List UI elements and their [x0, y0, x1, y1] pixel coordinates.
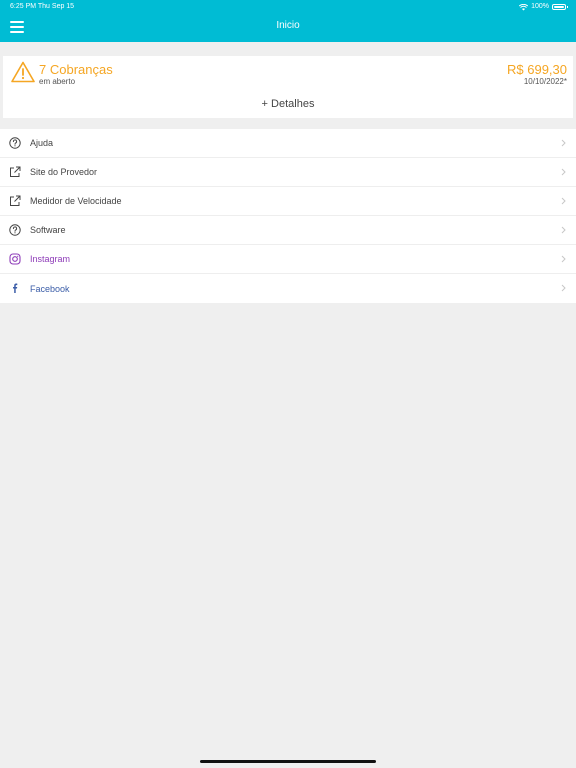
app-header: 6:25 PM Thu Sep 15 100% Inicio — [0, 0, 576, 42]
billing-due-date: 10/10/2022* — [523, 77, 567, 86]
menu-item-software[interactable]: Software — [0, 216, 576, 245]
menu-item-ajuda[interactable]: Ajuda — [0, 129, 576, 158]
menu-item-instagram[interactable]: Instagram — [0, 245, 576, 274]
chevron-right-icon — [561, 168, 566, 176]
menu-item-label: Facebook — [30, 283, 70, 294]
menu-item-facebook[interactable]: Facebook — [0, 274, 576, 303]
menu-line — [10, 31, 24, 33]
billing-card[interactable]: 7 Cobranças em aberto R$ 699,30 10/10/20… — [3, 56, 573, 118]
battery-icon — [552, 4, 568, 10]
billing-status: em aberto — [39, 77, 76, 86]
chevron-right-icon — [561, 197, 566, 205]
facebook-icon — [13, 283, 18, 293]
billing-amount: R$ 699,30 — [507, 62, 567, 77]
chevron-right-icon — [561, 284, 566, 292]
help-circle-icon — [9, 224, 21, 236]
menu-item-label: Site do Provedor — [30, 167, 98, 177]
status-bar: 6:25 PM Thu Sep 15 100% — [0, 0, 576, 14]
chevron-right-icon — [561, 139, 566, 147]
battery-percent: 100% — [531, 3, 549, 10]
home-indicator[interactable] — [200, 760, 376, 763]
menu-item-medidor-velocidade[interactable]: Medidor de Velocidade — [0, 187, 576, 216]
menu-list: Ajuda Site do Provedor Medidor de Veloci… — [0, 129, 576, 303]
wifi-icon — [519, 3, 529, 10]
status-indicators: 100% — [519, 0, 568, 14]
instagram-icon — [9, 253, 21, 265]
external-link-icon — [10, 195, 21, 206]
menu-item-label: Instagram — [30, 254, 71, 264]
page-title: Inicio — [276, 20, 300, 31]
billing-count: 7 Cobranças — [39, 62, 113, 77]
menu-item-label: Medidor de Velocidade — [30, 196, 122, 206]
warning-icon — [11, 61, 35, 83]
menu-item-label: Software — [30, 225, 66, 235]
menu-item-label: Ajuda — [30, 138, 54, 148]
details-link[interactable]: + Detalhes — [3, 98, 573, 110]
external-link-icon — [10, 166, 21, 177]
help-circle-icon — [9, 137, 21, 149]
chevron-right-icon — [561, 226, 566, 234]
status-time: 6:25 PM Thu Sep 15 — [10, 3, 75, 10]
menu-item-site-provedor[interactable]: Site do Provedor — [0, 158, 576, 187]
chevron-right-icon — [561, 255, 566, 263]
